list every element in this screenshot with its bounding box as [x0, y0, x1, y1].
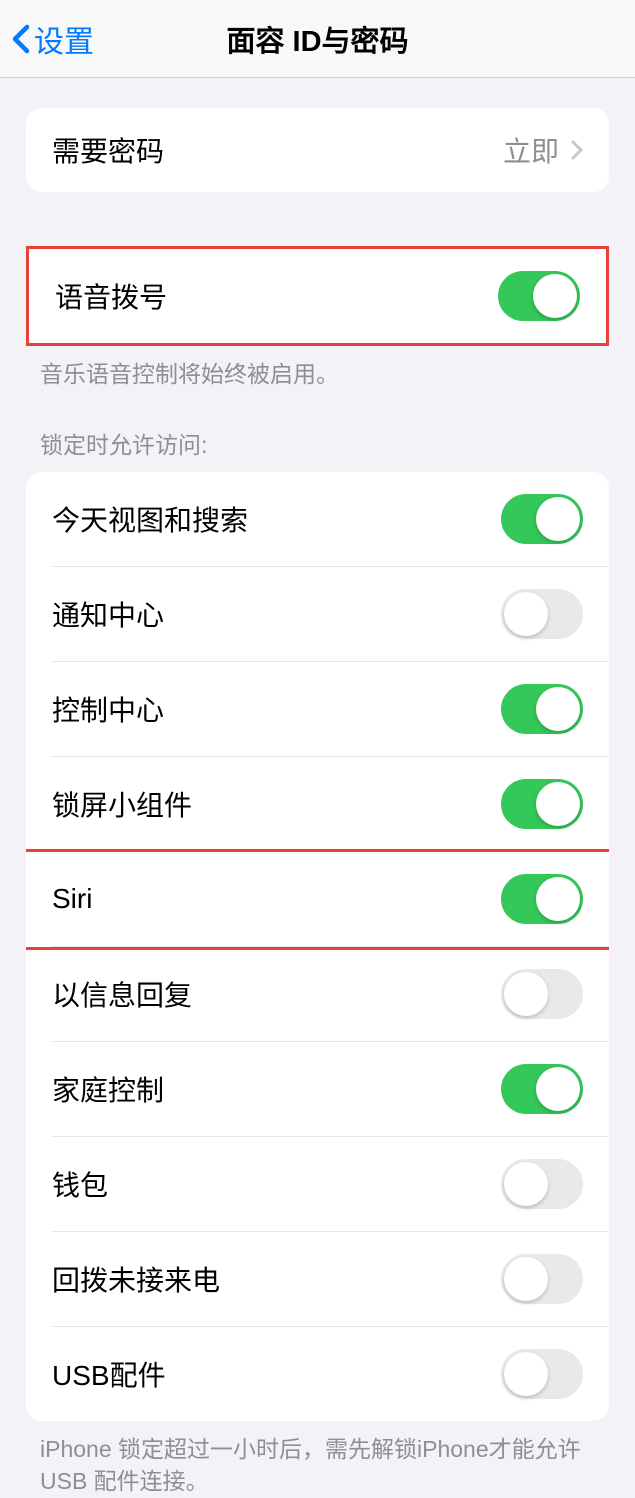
notification-center-toggle[interactable] [501, 589, 583, 639]
lock-screen-widgets-row[interactable]: 锁屏小组件 [26, 757, 609, 851]
reply-with-message-toggle[interactable] [501, 969, 583, 1019]
reply-with-message-label: 以信息回复 [52, 974, 192, 1014]
control-center-label: 控制中心 [52, 689, 164, 729]
today-view-label: 今天视图和搜索 [52, 499, 248, 539]
voice-dial-label: 语音拨号 [55, 276, 167, 316]
notification-center-label: 通知中心 [52, 594, 164, 634]
chevron-right-icon [571, 140, 583, 160]
home-control-label: 家庭控制 [52, 1069, 164, 1109]
back-label: 设置 [34, 17, 94, 61]
siri-label: Siri [52, 883, 92, 915]
voice-dial-section: 语音拨号 [26, 246, 609, 346]
today-view-row[interactable]: 今天视图和搜索 [26, 472, 609, 566]
return-missed-calls-label: 回拨未接来电 [52, 1259, 220, 1299]
today-view-toggle[interactable] [501, 494, 583, 544]
require-passcode-row[interactable]: 需要密码 立即 [26, 108, 609, 192]
require-passcode-value: 立即 [503, 130, 559, 170]
siri-row[interactable]: Siri [26, 852, 609, 946]
return-missed-calls-toggle[interactable] [501, 1254, 583, 1304]
voice-dial-row[interactable]: 语音拨号 [29, 249, 606, 343]
lock-access-header: 锁定时允许访问: [0, 426, 635, 472]
voice-dial-footer: 音乐语音控制将始终被启用。 [0, 346, 635, 390]
page-title: 面容 ID与密码 [226, 18, 408, 60]
home-control-row[interactable]: 家庭控制 [26, 1042, 609, 1136]
notification-center-row[interactable]: 通知中心 [26, 567, 609, 661]
require-passcode-label: 需要密码 [52, 130, 164, 170]
home-control-toggle[interactable] [501, 1064, 583, 1114]
wallet-row[interactable]: 钱包 [26, 1137, 609, 1231]
wallet-toggle[interactable] [501, 1159, 583, 1209]
voice-dial-toggle[interactable] [498, 271, 580, 321]
lock-access-list: 今天视图和搜索 通知中心 控制中心 锁屏小组件 [26, 472, 609, 1421]
control-center-toggle[interactable] [501, 684, 583, 734]
lock-screen-widgets-label: 锁屏小组件 [52, 784, 192, 824]
lock-screen-widgets-toggle[interactable] [501, 779, 583, 829]
usb-accessories-row[interactable]: USB配件 [26, 1327, 609, 1421]
siri-toggle[interactable] [501, 874, 583, 924]
content-area: 需要密码 立即 语音拨号 音乐语音控制将始终被启用。 锁定时允许访问: 今天视图… [0, 78, 635, 1498]
usb-footer: iPhone 锁定超过一小时后，需先解锁iPhone才能允许USB 配件连接。 [0, 1421, 635, 1497]
control-center-row[interactable]: 控制中心 [26, 662, 609, 756]
passcode-section: 需要密码 立即 [26, 108, 609, 192]
navigation-bar: 设置 面容 ID与密码 [0, 0, 635, 78]
back-button[interactable]: 设置 [12, 17, 94, 61]
wallet-label: 钱包 [52, 1164, 108, 1204]
chevron-left-icon [12, 24, 30, 54]
usb-accessories-toggle[interactable] [501, 1349, 583, 1399]
usb-accessories-label: USB配件 [52, 1354, 166, 1394]
return-missed-calls-row[interactable]: 回拨未接来电 [26, 1232, 609, 1326]
reply-with-message-row[interactable]: 以信息回复 [26, 947, 609, 1041]
cell-right: 立即 [503, 130, 583, 170]
toggle-knob [533, 274, 577, 318]
